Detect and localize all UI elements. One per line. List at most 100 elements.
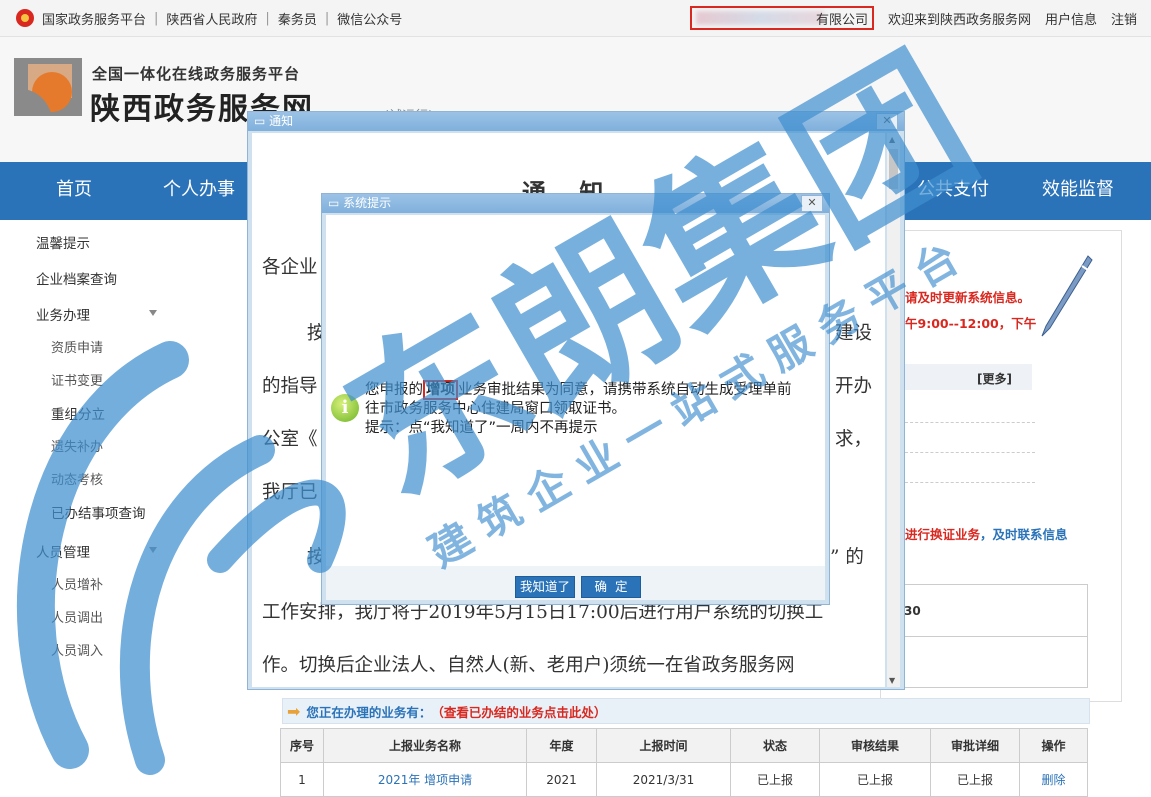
msg-suffix: 业务审批结果为同意，请携带系统自动生成受理单前 [458,382,792,398]
notice-line: 各企业 [262,257,318,278]
sidebar-item-business[interactable]: 业务办理 [36,304,90,324]
col-name: 上报业务名称 [323,728,527,763]
sidebar-item-reissue[interactable]: 遗失补办 [51,436,103,455]
close-icon: ✕ [807,196,817,209]
site-logo-icon[interactable] [14,58,82,116]
cell-detail: 已上报 [930,762,1020,797]
info-icon: i [331,394,359,422]
msg-prefix: 您申报的 [365,382,423,398]
sidebar-item-personnel-out[interactable]: 人员调出 [51,607,103,626]
view-completed-link[interactable]: （查看已办结的业务点击此处） [431,702,606,721]
scroll-up-icon[interactable]: ▲ [889,135,895,144]
chevron-down-icon[interactable] [149,310,157,316]
news-divider [905,422,1035,423]
redacted-company-blur [695,11,824,25]
divider: | [324,10,330,26]
welcome-text: 欢迎来到陕西政务服务网 [887,12,1031,28]
dialog-message: 您申报的 增项 业务审批结果为同意，请携带系统自动生成受理单前 往市政务服务中心住建… [365,380,792,438]
pen-icon [1041,255,1093,337]
window-icon: ▭ [328,196,340,210]
renew-red-text: 进行换证业务 [905,527,981,542]
nav-home[interactable]: 首页 [56,162,92,218]
stats-divider [880,636,1088,637]
cell-review: 已上报 [819,762,931,797]
dialog-footer: 我知道了 确 定 [326,566,825,600]
close-icon: ✕ [882,114,892,127]
notice-update-info: 请及时更新系统信息。 [905,290,1031,305]
confirm-button[interactable]: 确 定 [581,576,641,598]
sidebar-item-qualification[interactable]: 资质申请 [51,337,103,356]
col-time: 上报时间 [596,728,731,763]
notice-line: ” 的 [830,547,864,568]
nav-payment[interactable]: 公共支付 [917,162,989,218]
system-prompt-dialog: ▭ 系统提示 ✕ i 您申报的 增项 业务审批结果为同意，请携带系统自动生成受理单前… [321,193,830,605]
renew-notice: 进行换证业务，及时联系信息 [905,524,1068,543]
news-divider [905,482,1035,483]
link-wechat[interactable]: 微信公众号 [337,9,402,28]
notice-hours: 午9:00--12:00，下午 [905,316,1037,331]
notice-scrollbar[interactable]: ▲ ▼ [887,133,900,687]
company-name: 有限公司 [689,6,874,30]
stats-number: 30 [904,604,921,618]
more-link[interactable]: [更多] [977,370,1012,387]
sidebar-item-archive[interactable]: 企业档案查询 [36,268,117,288]
chevron-down-icon[interactable] [149,547,157,553]
company-suffix: 有限公司 [815,12,868,28]
sidebar-item-personnel[interactable]: 人员管理 [36,541,90,561]
col-action: 操作 [1019,728,1088,763]
link-national-platform[interactable]: 国家政务服务平台 [42,9,146,28]
notice-close-button[interactable]: ✕ [876,113,898,130]
sidebar-item-cert-change[interactable]: 证书变更 [51,370,103,389]
col-detail: 审批详细 [930,728,1020,763]
i-know-button[interactable]: 我知道了 [515,576,575,598]
sidebar-item-restructure[interactable]: 重组分立 [51,403,105,423]
top-bar: 国家政务服务平台 | 陕西省人民政府 | 秦务员 | 微信公众号 有限公司 欢迎… [0,0,1151,37]
business-table: 序号 上报业务名称 年度 上报时间 状态 审核结果 审批详细 操作 1 2021… [280,728,1088,797]
sidebar-item-tips[interactable]: 温馨提示 [36,232,90,252]
scrollbar-thumb[interactable] [889,149,898,189]
dialog-body: i 您申报的 增项 业务审批结果为同意，请携带系统自动生成受理单前 往市政务服务中心… [326,215,825,566]
msg-line3: 提示：点“我知道了”一周内不再提示 [365,420,598,436]
renew-blue-text: ，及时联系信息 [980,527,1068,542]
sidebar-item-completed[interactable]: 已办结事项查询 [51,502,146,522]
arrow-right-icon: ➡ [287,701,301,721]
cell-seq: 1 [280,762,324,797]
nav-supervision[interactable]: 效能监督 [1042,162,1114,218]
table-header-row: 序号 上报业务名称 年度 上报时间 状态 审核结果 审批详细 操作 [280,728,1088,763]
cell-status: 已上报 [730,762,820,797]
cell-year: 2021 [526,762,597,797]
col-review: 审核结果 [819,728,931,763]
platform-name: 全国一体化在线政务服务平台 [92,65,301,83]
cell-business-name[interactable]: 2021年 增项申请 [323,762,527,797]
sidebar-item-personnel-in[interactable]: 人员调入 [51,640,103,659]
dialog-title: 系统提示 [343,196,392,210]
window-icon: ▭ [254,114,266,128]
notice-window-title: 通知 [269,114,294,128]
msg-line2: 往市政务服务中心住建局窗口领取证书。 [365,401,626,417]
news-divider [905,452,1035,453]
notice-line: 建设 [835,323,873,344]
current-business-header: ➡ 您正在办理的业务有： （查看已办结的业务点击此处） [282,698,1090,724]
col-status: 状态 [730,728,820,763]
logout-link[interactable]: 注销 [1111,9,1137,28]
nav-personal[interactable]: 个人办事 [163,162,235,218]
notice-line: 的指导 [262,376,318,397]
sidebar-item-assessment[interactable]: 动态考核 [51,469,103,488]
dialog-titlebar[interactable]: ▭ 系统提示 [322,194,829,213]
delete-link[interactable]: 删除 [1019,762,1088,797]
dialog-close-button[interactable]: ✕ [801,195,823,212]
col-year: 年度 [526,728,597,763]
sidebar-item-personnel-add[interactable]: 人员增补 [51,574,103,593]
national-emblem-icon [16,9,34,27]
scroll-down-icon[interactable]: ▼ [889,676,895,685]
msg-highlight: 增项 [423,380,458,400]
col-seq: 序号 [280,728,324,763]
table-row: 1 2021年 增项申请 2021 2021/3/31 已上报 已上报 已上报 … [280,762,1088,797]
divider: | [265,10,270,26]
link-shaanxi-government[interactable]: 陕西省人民政府 [166,9,257,28]
user-info-link[interactable]: 用户信息 [1045,9,1097,28]
link-qinwuyuan[interactable]: 秦务员 [278,9,317,28]
current-business-title: 您正在办理的业务有： [306,704,432,720]
notice-line: 我厅已 [262,482,318,503]
notice-window-titlebar[interactable]: ▭ 通知 [248,112,904,131]
